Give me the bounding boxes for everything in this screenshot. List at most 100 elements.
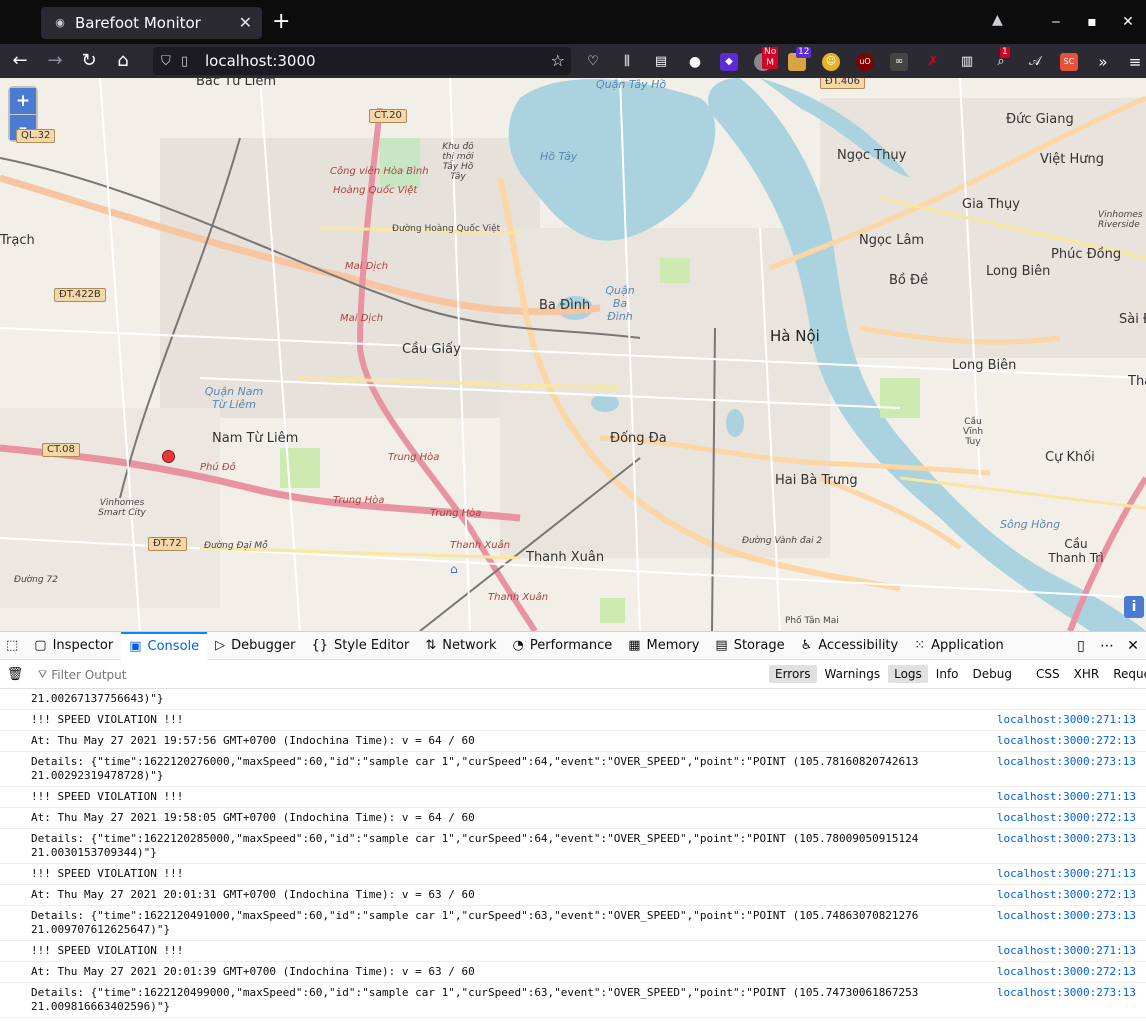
console-source-link[interactable]: localhost:3000:272:13	[997, 734, 1136, 748]
console-message-text: Details: {"time":1622120276000,"maxSpeed…	[31, 755, 926, 782]
bookmark-star-icon[interactable]: ☆	[551, 51, 565, 70]
close-devtools-icon[interactable]: ✕	[1120, 638, 1146, 654]
map-label: Bắc Từ Liêm	[196, 78, 276, 89]
map-label: Đường Hoàng Quốc Việt	[392, 224, 501, 234]
home-button[interactable]: ⌂	[109, 48, 137, 74]
tab-label: Debugger	[231, 638, 296, 653]
console-message-text: !!! SPEED VIOLATION !!!	[31, 790, 184, 803]
filter-info[interactable]: Info	[930, 665, 965, 683]
poi-icon: ⌂	[450, 562, 458, 576]
extension-purple-icon[interactable]: ◆	[720, 53, 738, 71]
vehicle-marker[interactable]	[162, 450, 175, 463]
extension-crossed-icon[interactable]: ✗	[924, 53, 942, 71]
maximize-icon[interactable]: ▪	[1074, 14, 1110, 30]
console-source-link[interactable]: localhost:3000:271:13	[997, 944, 1136, 958]
pick-element-icon[interactable]: ⬚	[0, 632, 26, 660]
forward-button[interactable]: →	[41, 48, 69, 74]
map-label: Quận Ba Đình	[605, 284, 635, 323]
console-message: At: Thu May 27 2021 20:01:39 GMT+0700 (I…	[0, 962, 1146, 983]
tab-console[interactable]: ▣ Console	[121, 631, 208, 660]
url-bar[interactable]: ⛉ ▯ localhost:3000 ☆	[153, 47, 571, 75]
map-label: Phúc Đồng	[1051, 247, 1122, 262]
filter-warnings[interactable]: Warnings	[819, 665, 887, 683]
map-label: Hà Nội	[770, 327, 820, 345]
hamburger-menu-icon[interactable]: ≡	[1126, 53, 1144, 71]
more-options-icon[interactable]: ⋯	[1094, 638, 1120, 654]
overflow-chevron-icon[interactable]: »	[1094, 53, 1112, 71]
map-info-button[interactable]: i	[1124, 596, 1144, 618]
extension-script-icon[interactable]: 𝒜	[1026, 53, 1044, 71]
filter-logs[interactable]: Logs	[888, 665, 928, 683]
minimize-icon[interactable]: ‒	[1038, 14, 1074, 30]
filter-errors[interactable]: Errors	[769, 665, 817, 683]
library-icon[interactable]: ⫼	[618, 53, 636, 71]
map-label: Gia Thụy	[962, 197, 1020, 212]
map-label: Trung Hòa	[388, 452, 440, 463]
console-message: !!! SPEED VIOLATION !!! localhost:3000:27…	[0, 787, 1146, 808]
page-info-icon[interactable]: ▯	[181, 54, 199, 69]
console-source-link[interactable]: localhost:3000:272:13	[997, 888, 1136, 902]
console-source-link[interactable]: localhost:3000:273:13	[997, 909, 1136, 923]
console-message: !!! SPEED VIOLATION !!! localhost:3000:27…	[0, 941, 1146, 962]
ublock-icon[interactable]: uO	[856, 53, 874, 71]
noscript-badge: No M	[762, 47, 779, 69]
map-label: Thanh Xuân	[526, 550, 605, 565]
dock-icon[interactable]: ▯	[1068, 638, 1094, 654]
console-message: !!! SPEED VIOLATION !!! localhost:3000:27…	[0, 864, 1146, 885]
console-source-link[interactable]: localhost:3000:273:13	[997, 832, 1136, 846]
map-label: Cự Khối	[1045, 450, 1095, 465]
console-source-link[interactable]: localhost:3000:273:13	[997, 986, 1136, 1000]
browser-tab[interactable]: ◉ Barefoot Monitor ✕	[41, 7, 262, 39]
map-label: Quận Tây Hồ	[596, 78, 667, 91]
close-window-icon[interactable]: ✕	[1110, 14, 1146, 30]
filter-requests[interactable]: Requests	[1107, 665, 1146, 683]
tab-storage[interactable]: ▤ Storage	[707, 632, 792, 660]
storage-icon: ▤	[715, 638, 728, 653]
map-label: Phú Đô	[200, 462, 236, 473]
console-source-link[interactable]: localhost:3000:271:13	[997, 790, 1136, 804]
performance-icon: ◔	[512, 638, 524, 653]
tab-title: Barefoot Monitor	[75, 14, 201, 32]
console-source-link[interactable]: localhost:3000:272:13	[997, 811, 1136, 825]
new-tab-button[interactable]: +	[272, 9, 290, 35]
window-controls: ‒ ▪ ✕	[1038, 0, 1146, 44]
tab-favicon-icon: ◉	[55, 16, 65, 29]
tab-debugger[interactable]: ▷ Debugger	[207, 632, 303, 660]
map-view[interactable]: + – Bắc Từ Liêm CT.20 ĐT.406 QL.32 ĐT.42…	[0, 78, 1146, 631]
extension-sc-icon[interactable]: SC	[1060, 53, 1078, 71]
reload-button[interactable]: ↻	[75, 48, 103, 74]
tab-network[interactable]: ⇅ Network	[417, 632, 504, 660]
extension-grid-icon[interactable]: 12	[788, 47, 812, 71]
tab-memory[interactable]: ▦ Memory	[620, 632, 707, 660]
map-label: Mai Dịch	[345, 261, 389, 272]
sidebar-icon[interactable]: ▤	[652, 53, 670, 71]
console-source-link[interactable]: localhost:3000:271:13	[997, 713, 1136, 727]
extension-bars-icon[interactable]: ▥	[958, 53, 976, 71]
tab-accessibility[interactable]: ♿ Accessibility	[793, 632, 907, 660]
account-icon[interactable]: ●	[686, 53, 704, 71]
filter-input[interactable]	[51, 667, 352, 682]
pocket-icon[interactable]: ♡	[584, 53, 602, 71]
noscript-icon[interactable]: No M	[754, 47, 779, 71]
map-label: Việt Hưng	[1040, 152, 1104, 167]
filter-debug[interactable]: Debug	[967, 665, 1018, 683]
console-source-link[interactable]: localhost:3000:271:13	[997, 867, 1136, 881]
tab-application[interactable]: ⁙ Application	[906, 632, 1012, 660]
tab-inspector[interactable]: ▢ Inspector	[26, 632, 121, 660]
clear-console-icon[interactable]: 🗑	[0, 667, 30, 682]
extension-face-icon[interactable]: ☺	[822, 53, 840, 71]
tab-style-editor[interactable]: {} Style Editor	[304, 632, 418, 660]
back-button[interactable]: ←	[6, 48, 34, 74]
tracking-shield-icon[interactable]: ⛉	[161, 54, 181, 69]
tab-close-icon[interactable]: ✕	[239, 13, 252, 32]
console-message-text: Details: {"time":1622120285000,"maxSpeed…	[31, 832, 926, 859]
console-source-link[interactable]: localhost:3000:272:13	[997, 965, 1136, 979]
extension-glasses-icon[interactable]: ∞	[890, 53, 908, 71]
filter-css[interactable]: CSS	[1030, 665, 1066, 683]
extension-search-icon[interactable]: ⌕ 1	[992, 47, 1010, 71]
filter-xhr[interactable]: XHR	[1068, 665, 1106, 683]
console-source-link[interactable]: localhost:3000:273:13	[997, 755, 1136, 769]
zoom-in-button[interactable]: +	[10, 88, 36, 114]
tab-performance[interactable]: ◔ Performance	[505, 632, 621, 660]
application-icon: ⁙	[914, 638, 926, 653]
